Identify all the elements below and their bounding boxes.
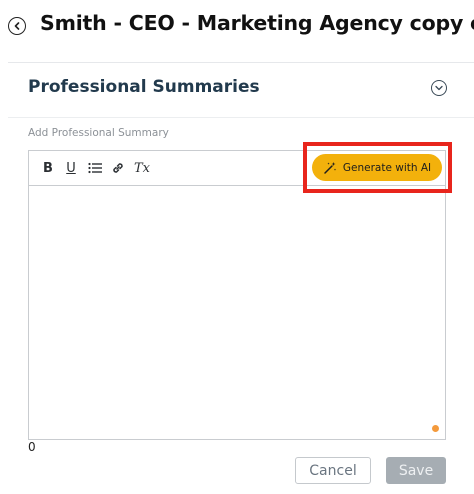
rich-text-editor: B U Tx xyxy=(28,150,446,440)
back-icon[interactable] xyxy=(8,17,26,35)
page-title: Smith - CEO - Marketing Agency copy c xyxy=(40,11,474,35)
chevron-down-icon[interactable] xyxy=(431,80,447,96)
link-icon[interactable] xyxy=(109,159,127,177)
field-label: Add Professional Summary xyxy=(28,127,169,139)
status-dot xyxy=(432,425,439,432)
cancel-button[interactable]: Cancel xyxy=(295,457,371,484)
clear-format-button[interactable]: Tx xyxy=(133,159,151,177)
generate-with-ai-button[interactable]: Generate with AI xyxy=(312,154,442,181)
bullet-list-icon[interactable] xyxy=(86,159,104,177)
section-title: Professional Summaries xyxy=(28,77,260,97)
summary-text-area[interactable] xyxy=(29,187,445,439)
generate-with-ai-label: Generate with AI xyxy=(342,161,432,174)
character-count: 0 xyxy=(28,440,36,454)
save-button[interactable]: Save xyxy=(386,457,446,484)
bold-button[interactable]: B xyxy=(39,159,57,177)
magic-wand-icon xyxy=(324,161,336,174)
underline-button[interactable]: U xyxy=(62,159,80,177)
divider xyxy=(8,62,474,63)
page-header: Smith - CEO - Marketing Agency copy c xyxy=(0,0,474,56)
divider xyxy=(8,117,474,118)
